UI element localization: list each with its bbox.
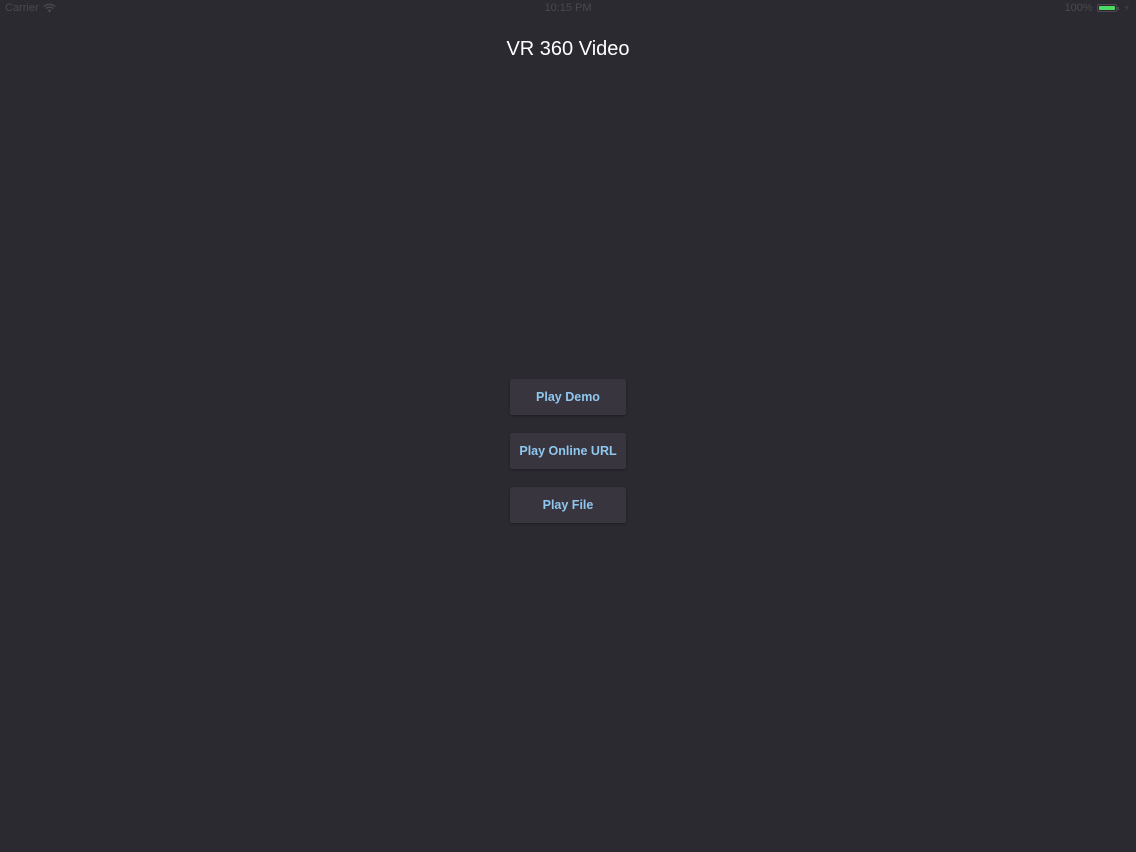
battery-percent: 100% [1064,2,1093,14]
battery-tip [1116,7,1119,10]
play-online-url-button[interactable]: Play Online URL [510,433,626,469]
bolt-icon: ⚡ [1123,2,1130,13]
battery-group: 100% ⚡ [1065,2,1130,14]
page-title: VR 360 Video [506,38,630,60]
action-buttons: Play Demo Play Online URL Play File [510,379,626,523]
status-bar: Carrier 10:15 PM 100% ⚡ [0,0,1136,17]
play-file-button[interactable]: Play File [510,487,626,523]
status-time: 10:15 PM [544,2,592,14]
play-demo-button[interactable]: Play Demo [510,379,626,415]
battery-icon [1096,4,1119,12]
battery-fill [1098,6,1115,10]
